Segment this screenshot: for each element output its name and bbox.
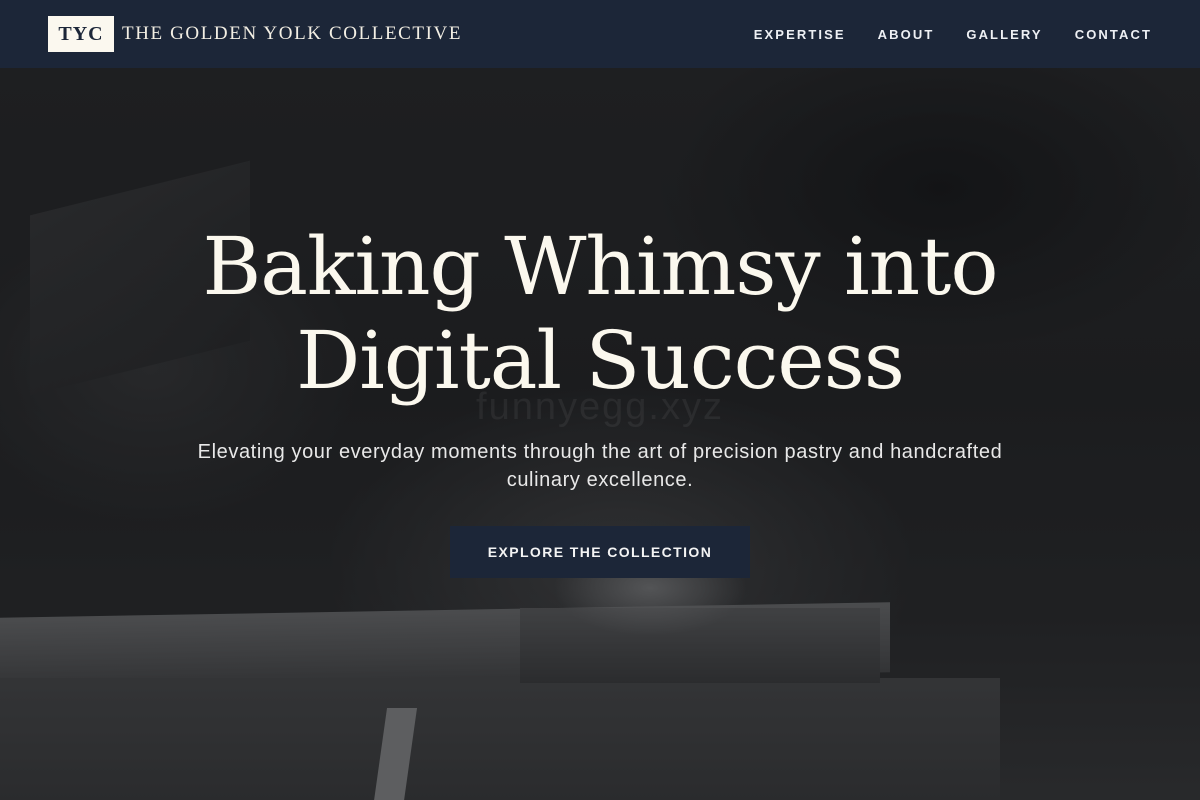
watermark: funnyegg.xyz: [476, 386, 724, 428]
hero-title-line-1: Baking Whimsy into: [202, 220, 998, 313]
brand-logo-link[interactable]: TYC THE GOLDEN YOLK COLLECTIVE: [48, 16, 462, 52]
brand-badge: TYC: [48, 16, 114, 52]
navbar: TYC THE GOLDEN YOLK COLLECTIVE EXPERTISE…: [0, 0, 1200, 68]
hero-title: Baking Whimsy into Digital Success: [100, 220, 1100, 408]
hero-section: Baking Whimsy into Digital Success funnye…: [0, 68, 1200, 800]
nav-link-about[interactable]: ABOUT: [878, 27, 935, 42]
hero-overlay: [0, 68, 1200, 800]
explore-collection-button[interactable]: EXPLORE THE COLLECTION: [450, 526, 750, 578]
nav-link-gallery[interactable]: GALLERY: [966, 27, 1042, 42]
brand-name: THE GOLDEN YOLK COLLECTIVE: [122, 23, 463, 44]
nav-link-contact[interactable]: CONTACT: [1075, 27, 1152, 42]
main-nav: EXPERTISE ABOUT GALLERY CONTACT: [754, 27, 1152, 42]
hero-subtitle: Elevating your everyday moments through …: [197, 441, 1003, 491]
nav-link-expertise[interactable]: EXPERTISE: [754, 27, 846, 42]
